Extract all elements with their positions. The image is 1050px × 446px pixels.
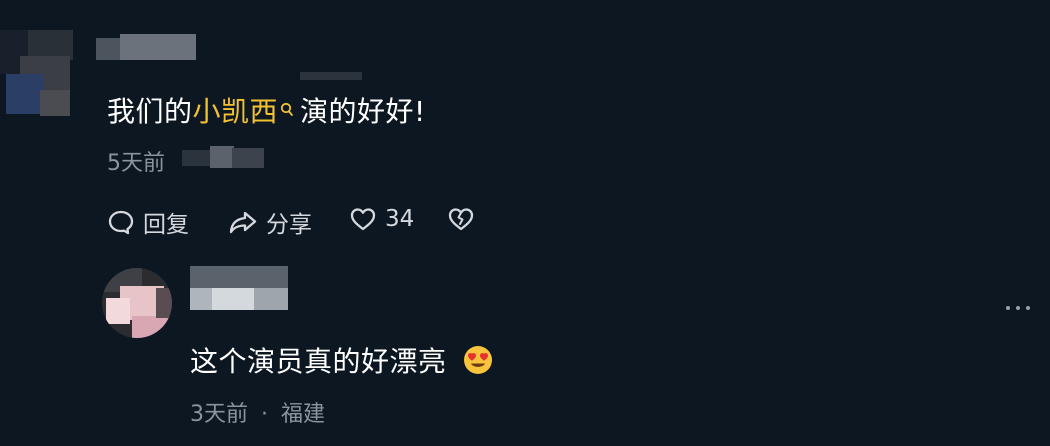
search-keyword-link[interactable]: 小凯西 <box>193 95 279 128</box>
avatar[interactable] <box>0 30 80 118</box>
avatar[interactable] <box>102 268 172 338</box>
user-tag <box>300 72 362 82</box>
reply-button[interactable]: 回复 <box>107 205 189 239</box>
heart-icon <box>349 205 377 233</box>
comment-screen: { "comment1": { "text_prefix": "我们的", "k… <box>0 0 1050 446</box>
search-icon[interactable] <box>280 92 294 125</box>
reply-text: 这个演员真的好漂亮 <box>190 340 494 383</box>
reply-meta: 3天前 · 福建 <box>190 396 325 428</box>
username[interactable] <box>190 266 288 314</box>
comment-text: 我们的小凯西 演的好好! <box>107 90 426 130</box>
like-button[interactable]: 34 <box>349 205 414 233</box>
reply-icon <box>107 208 135 236</box>
comment-time: 5天前 <box>107 151 165 176</box>
username[interactable] <box>96 34 196 64</box>
like-count: 34 <box>385 206 415 232</box>
reply-location: 福建 <box>281 402 326 427</box>
share-label: 分享 <box>266 212 312 238</box>
more-icon[interactable] <box>1006 306 1030 310</box>
meta-separator: · <box>261 402 268 427</box>
reply-time: 3天前 <box>190 402 248 427</box>
share-button[interactable]: 分享 <box>228 205 312 239</box>
reply-label: 回复 <box>143 212 189 238</box>
ip-location <box>182 146 264 168</box>
heart-eyes-emoji <box>462 344 494 383</box>
share-icon <box>228 208 258 236</box>
dislike-button[interactable] <box>447 205 475 233</box>
dislike-icon <box>447 205 475 233</box>
